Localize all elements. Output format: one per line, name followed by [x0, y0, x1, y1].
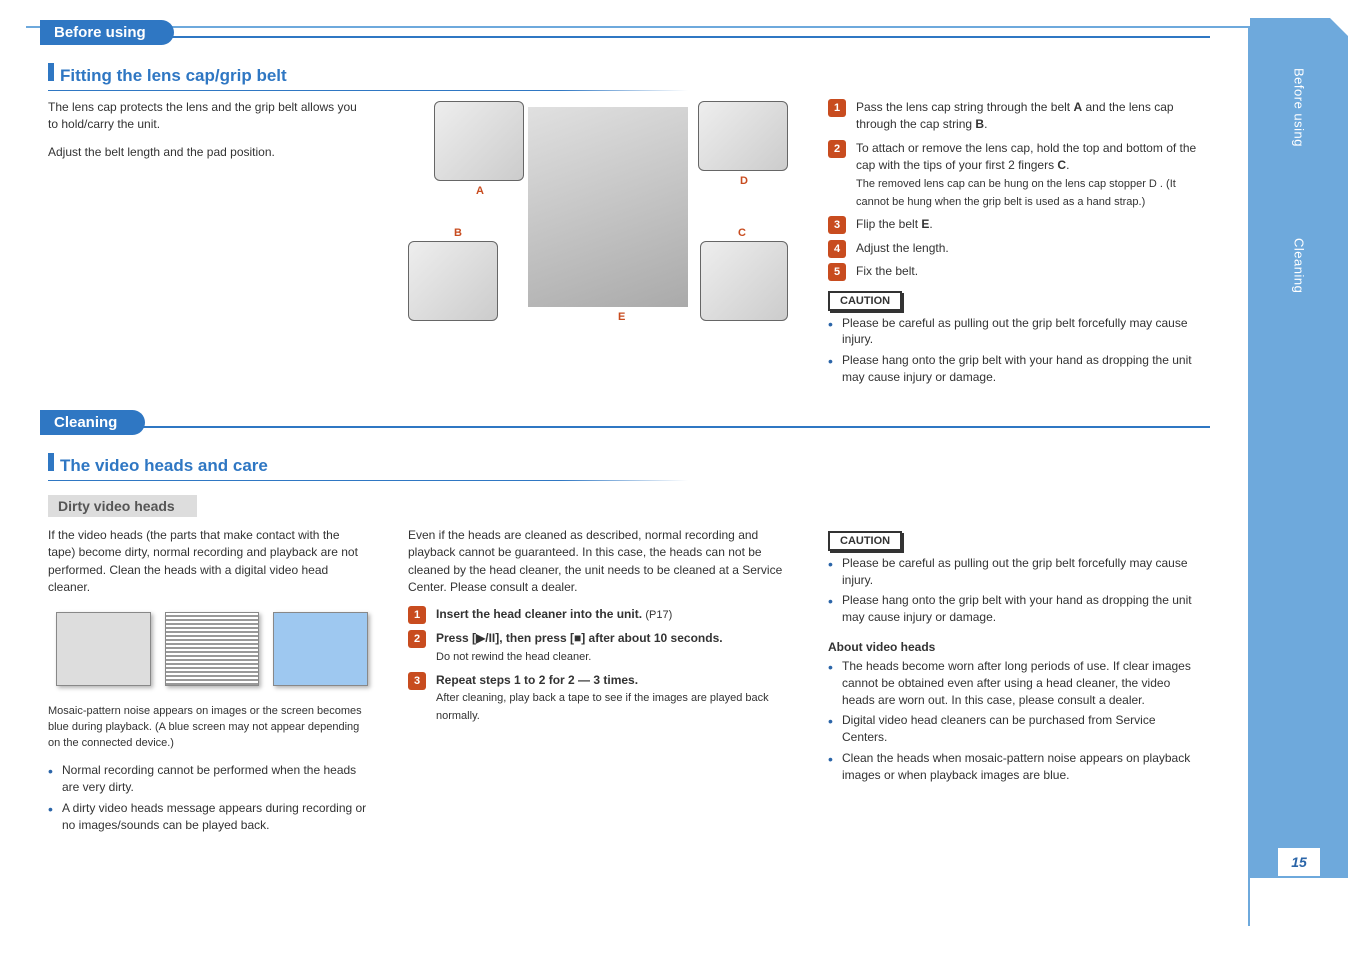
step-1-text: Pass the lens cap string through the bel…	[856, 100, 1174, 131]
about-b: Digital video head cleaners can be purch…	[828, 712, 1198, 746]
step-1: Pass the lens cap string through the bel…	[828, 99, 1208, 134]
thumb-noise	[165, 612, 260, 686]
cleaning-steps: Insert the head cleaner into the unit. (…	[408, 606, 788, 725]
caution-1a: Please be careful as pulling out the gri…	[828, 315, 1208, 349]
note-b: A dirty video heads message appears duri…	[48, 800, 368, 834]
step-3-text: Flip the belt E.	[856, 217, 933, 231]
middle-column: Even if the heads are cleaned as describ…	[408, 527, 788, 838]
right-column-2: CAUTION Please be careful as pulling out…	[828, 527, 1198, 838]
frame-right-rule	[1248, 26, 1250, 926]
caution-bullets-1: Please be careful as pulling out the gri…	[828, 315, 1208, 386]
subheading-dirty-heads: Dirty video heads	[48, 495, 197, 517]
caution-label-2: CAUTION	[828, 531, 902, 551]
step-list: Pass the lens cap string through the bel…	[828, 99, 1208, 281]
left-para-2: Adjust the belt length and the pad posit…	[48, 144, 368, 161]
caution-2b: Please hang onto the grip belt with your…	[828, 592, 1198, 626]
left-column-2: If the video heads (the parts that make …	[48, 527, 368, 838]
page-number: 15	[1278, 848, 1320, 876]
step-4-text: Adjust the length.	[856, 241, 949, 255]
heading-lens-cap: Fitting the lens cap/grip belt	[60, 66, 287, 86]
callout-a: A	[476, 185, 484, 197]
note-a: Normal recording cannot be performed whe…	[48, 762, 368, 796]
step-2-note: The removed lens cap can be hung on the …	[856, 178, 1176, 208]
camcorder-illustration: A D B C E	[408, 101, 788, 321]
cstep-2-note: Do not rewind the head cleaner.	[436, 651, 591, 663]
section-tab-before-using: Before using	[40, 20, 174, 45]
section-rule	[40, 36, 1210, 38]
cstep-3: Repeat steps 1 to 2 for 2 — 3 times. Aft…	[408, 672, 788, 725]
step-3: Flip the belt E.	[828, 216, 1208, 233]
section-before-using: Before using Fitting the lens cap/grip b…	[40, 20, 1220, 390]
heading-video-heads: The video heads and care	[60, 456, 268, 476]
heading-bar-icon-2	[48, 453, 54, 471]
cstep-2-text: Press [▶/II], then press [■] after about…	[436, 631, 723, 645]
heading-underline	[48, 90, 688, 91]
section-cleaning: Cleaning The video heads and care Dirty …	[40, 410, 1220, 838]
callout-d: D	[740, 175, 748, 187]
cstep-3-text: Repeat steps 1 to 2 for 2 — 3 times.	[436, 673, 638, 687]
callout-c: C	[738, 227, 746, 239]
thumb-mosaic	[56, 612, 151, 686]
illus-detail-a	[434, 101, 524, 181]
heading-underline-2	[48, 480, 688, 481]
example-thumbnails	[56, 612, 368, 686]
left-para-3: If the video heads (the parts that make …	[48, 527, 368, 597]
step-2-text: To attach or remove the lens cap, hold t…	[856, 141, 1196, 172]
callout-e: E	[618, 311, 625, 323]
sidebar-label-2: Cleaning	[1292, 238, 1307, 293]
sidebar-label-1: Before using	[1292, 68, 1307, 147]
illus-main	[528, 107, 688, 307]
illus-detail-d	[698, 101, 788, 171]
step-5: Fix the belt.	[828, 263, 1208, 280]
illus-detail-c	[700, 241, 788, 321]
cstep-1-hint: (P17)	[645, 609, 672, 621]
step-5-text: Fix the belt.	[856, 264, 918, 278]
sidebar: Before using Cleaning	[1250, 18, 1348, 878]
caution-1b: Please hang onto the grip belt with your…	[828, 352, 1208, 386]
caution-bullets-2: Please be careful as pulling out the gri…	[828, 555, 1198, 626]
step-4: Adjust the length.	[828, 240, 1208, 257]
example-caption: Mosaic-pattern noise appears on images o…	[48, 704, 368, 752]
about-heads-bullets: The heads become worn after long periods…	[828, 658, 1198, 784]
corner-fold-icon	[1250, 0, 1348, 18]
heading-row: Fitting the lens cap/grip belt	[48, 63, 1220, 86]
about-a: The heads become worn after long periods…	[828, 658, 1198, 708]
step-2: To attach or remove the lens cap, hold t…	[828, 140, 1208, 211]
section-rule-2	[40, 426, 1210, 428]
caution-2a: Please be careful as pulling out the gri…	[828, 555, 1198, 589]
stop-icon: ■	[574, 630, 581, 647]
heading-bar-icon	[48, 63, 54, 81]
left-column: The lens cap protects the lens and the g…	[48, 99, 368, 390]
middle-para: Even if the heads are cleaned as describ…	[408, 527, 788, 597]
illus-detail-b	[408, 241, 498, 321]
caution-label-1: CAUTION	[828, 291, 902, 311]
play-pause-icon: ▶/II	[476, 630, 495, 647]
thumb-blue	[273, 612, 368, 686]
cstep-1: Insert the head cleaner into the unit. (…	[408, 606, 788, 624]
heading-row-2: The video heads and care	[48, 453, 1220, 476]
cstep-2: Press [▶/II], then press [■] after about…	[408, 630, 788, 665]
page-content: Before using Fitting the lens cap/grip b…	[40, 20, 1220, 837]
cstep-3-note: After cleaning, play back a tape to see …	[436, 692, 769, 722]
about-c: Clean the heads when mosaic-pattern nois…	[828, 750, 1198, 784]
about-heads-heading: About video heads	[828, 640, 1198, 654]
right-column: A D B C E Pass the lens cap string throu…	[408, 99, 1208, 390]
notes-bullets: Normal recording cannot be performed whe…	[48, 762, 368, 833]
callout-b: B	[454, 227, 462, 239]
left-para-1: The lens cap protects the lens and the g…	[48, 99, 368, 134]
cstep-1-text: Insert the head cleaner into the unit.	[436, 607, 642, 621]
section-tab-cleaning: Cleaning	[40, 410, 145, 435]
